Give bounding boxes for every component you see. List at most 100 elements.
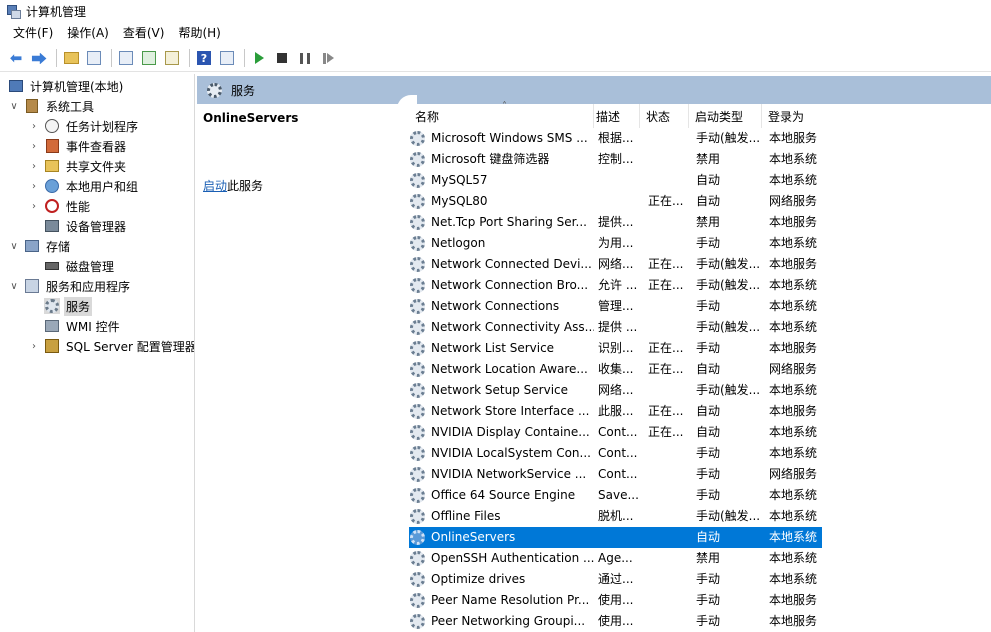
chevron-right-icon[interactable]: › [28, 120, 40, 132]
table-row[interactable]: Office 64 Source Engine Save... 手动 本地系统 [409, 485, 822, 506]
column-header-logon[interactable]: 登录为 [762, 104, 822, 128]
table-row[interactable]: Network List Service 识别... 正在... 手动 本地服务 [409, 338, 822, 359]
chevron-right-icon[interactable]: › [28, 180, 40, 192]
table-row[interactable]: Optimize drives 通过... 手动 本地系统 [409, 569, 822, 590]
show-hide-tree-icon[interactable] [84, 48, 104, 68]
table-row[interactable]: OnlineServers 自动 本地系统 [409, 527, 822, 548]
column-header-desc[interactable]: 描述 [590, 104, 640, 128]
chevron-right-icon[interactable]: › [28, 160, 40, 172]
chevron-down-icon[interactable]: ∨ [8, 100, 20, 112]
service-status [648, 590, 692, 611]
tree-item-device-manager[interactable]: 设备管理器 [44, 216, 128, 236]
toolbar-separator [244, 49, 245, 67]
service-name: Microsoft Windows SMS ... [431, 131, 588, 145]
service-name: Offline Files [431, 509, 501, 523]
tree-item-services[interactable]: 服务 [44, 296, 93, 316]
table-row[interactable]: NVIDIA Display Containe... Cont... 正在... 自动… [409, 422, 822, 443]
tree-item-event-viewer[interactable]: › 事件查看器 [28, 136, 128, 156]
table-row[interactable]: Microsoft 键盘筛选器 控制... 禁用 本地系统 [409, 149, 822, 170]
service-logon-as: 本地服务 [769, 257, 818, 271]
tree-item-local-users[interactable]: › 本地用户和组 [28, 176, 140, 196]
menu-action[interactable]: 操作(A) [60, 22, 116, 44]
chevron-down-icon[interactable]: ∨ [8, 280, 20, 292]
service-name: Network Location Aware... [431, 362, 588, 376]
tree-item-system-tools[interactable]: ∨ 系统工具 [8, 96, 96, 116]
column-header-status[interactable]: 状态 [640, 104, 689, 128]
refresh-icon[interactable] [139, 48, 159, 68]
table-row[interactable]: Peer Networking Groupi... 使用... 手动 本地服务 [409, 611, 822, 632]
resume-service-icon[interactable] [318, 48, 338, 68]
tree-item-task-scheduler[interactable]: › 任务计划程序 [28, 116, 140, 136]
table-row[interactable]: Netlogon 为用... 手动 本地系统 [409, 233, 822, 254]
services-apps-icon [24, 278, 40, 294]
properties-icon[interactable] [116, 48, 136, 68]
service-description: 使用... [598, 593, 634, 607]
chevron-right-icon[interactable]: › [28, 200, 40, 212]
table-row[interactable]: Network Connectivity Ass... 提供 ... 手动(触发..… [409, 317, 822, 338]
menu-help[interactable]: 帮助(H) [171, 22, 227, 44]
start-service-link[interactable]: 启动 [203, 179, 227, 193]
service-status [648, 464, 692, 485]
computer-management-icon [6, 4, 21, 19]
tree-item-disk-management[interactable]: 磁盘管理 [44, 256, 116, 276]
table-row[interactable]: NVIDIA LocalSystem Con... Cont... 手动 本地系统 [409, 443, 822, 464]
help-icon[interactable]: ? [194, 48, 214, 68]
tree-item-performance[interactable]: › 性能 [28, 196, 92, 216]
table-row[interactable]: OpenSSH Authentication ... Age... 禁用 本地系统 [409, 548, 822, 569]
service-status [648, 569, 692, 590]
chevron-right-icon[interactable]: › [28, 140, 40, 152]
tree-item-wmi[interactable]: WMI 控件 [44, 316, 122, 336]
column-header-startup[interactable]: 启动类型 [689, 104, 762, 128]
service-description: 提供 ... [598, 320, 638, 334]
tree-item-storage[interactable]: ∨ 存储 [8, 236, 72, 256]
column-header-name[interactable]: 名称 ˄ [409, 101, 594, 128]
service-logon-as: 本地服务 [769, 614, 818, 628]
service-startup-type: 自动 [696, 530, 721, 544]
service-startup-type: 手动 [696, 593, 721, 607]
stop-service-icon[interactable] [272, 48, 292, 68]
service-gear-icon [410, 131, 425, 146]
menu-view[interactable]: 查看(V) [116, 22, 172, 44]
start-service-icon[interactable] [249, 48, 269, 68]
table-row[interactable]: Network Location Aware... 收集... 正在... 自动 网络服… [409, 359, 822, 380]
service-startup-type: 手动 [696, 341, 721, 355]
tree-item-shared-folders[interactable]: › 共享文件夹 [28, 156, 128, 176]
service-description [598, 170, 644, 191]
service-name: OnlineServers [431, 530, 516, 544]
back-arrow-icon[interactable]: ⬅ [6, 48, 26, 68]
table-row[interactable]: Network Store Interface ... 此服... 正在... 自动 本… [409, 401, 822, 422]
service-name: Microsoft 键盘筛选器 [431, 152, 550, 166]
table-row[interactable]: Offline Files 脱机... 手动(触发... 本地系统 [409, 506, 822, 527]
up-folder-icon[interactable] [61, 48, 81, 68]
clock-icon [44, 118, 60, 134]
service-startup-type: 手动(触发... [696, 131, 761, 145]
chevron-right-icon[interactable]: › [28, 340, 40, 352]
table-row[interactable]: MySQL80 正在... 自动 网络服务 [409, 191, 822, 212]
service-description: Cont... [598, 446, 638, 460]
table-row[interactable]: Net.Tcp Port Sharing Ser... 提供... 禁用 本地服务 [409, 212, 822, 233]
pause-service-icon[interactable] [295, 48, 315, 68]
show-hide-action-pane-icon[interactable] [217, 48, 237, 68]
table-row[interactable]: NVIDIA NetworkService ... Cont... 手动 网络服务 [409, 464, 822, 485]
table-row[interactable]: Network Connections 管理... 手动 本地系统 [409, 296, 822, 317]
tree-item-services-apps[interactable]: ∨ 服务和应用程序 [8, 276, 132, 296]
tree-item-root[interactable]: 计算机管理(本地) [8, 76, 125, 96]
forward-arrow-icon[interactable]: ⮕ [29, 48, 49, 68]
table-row[interactable]: MySQL57 自动 本地系统 [409, 170, 822, 191]
export-list-icon[interactable] [162, 48, 182, 68]
menu-file[interactable]: 文件(F) [6, 22, 60, 44]
tree-item-sql-config[interactable]: › SQL Server 配置管理器 [28, 336, 194, 356]
table-row[interactable]: Peer Name Resolution Pr... 使用... 手动 本地服务 [409, 590, 822, 611]
start-service-suffix: 此服务 [227, 179, 264, 193]
service-logon-as: 本地系统 [769, 551, 818, 565]
table-row[interactable]: Network Connected Devi... 网络... 正在... 手动(触发… [409, 254, 822, 275]
chevron-down-icon[interactable]: ∨ [8, 240, 20, 252]
table-row[interactable]: Network Setup Service 网络... 手动(触发... 本地系统 [409, 380, 822, 401]
device-manager-icon [44, 218, 60, 234]
column-name-label: 名称 [415, 109, 440, 124]
service-logon-as: 网络服务 [769, 194, 818, 208]
table-row[interactable]: Microsoft Windows SMS ... 根据... 手动(触发... 本地… [409, 128, 822, 149]
table-row[interactable]: Network Connection Bro... 允许 ... 正在... 手动(触… [409, 275, 822, 296]
service-name: Netlogon [431, 236, 486, 250]
service-description: Cont... [598, 467, 638, 481]
